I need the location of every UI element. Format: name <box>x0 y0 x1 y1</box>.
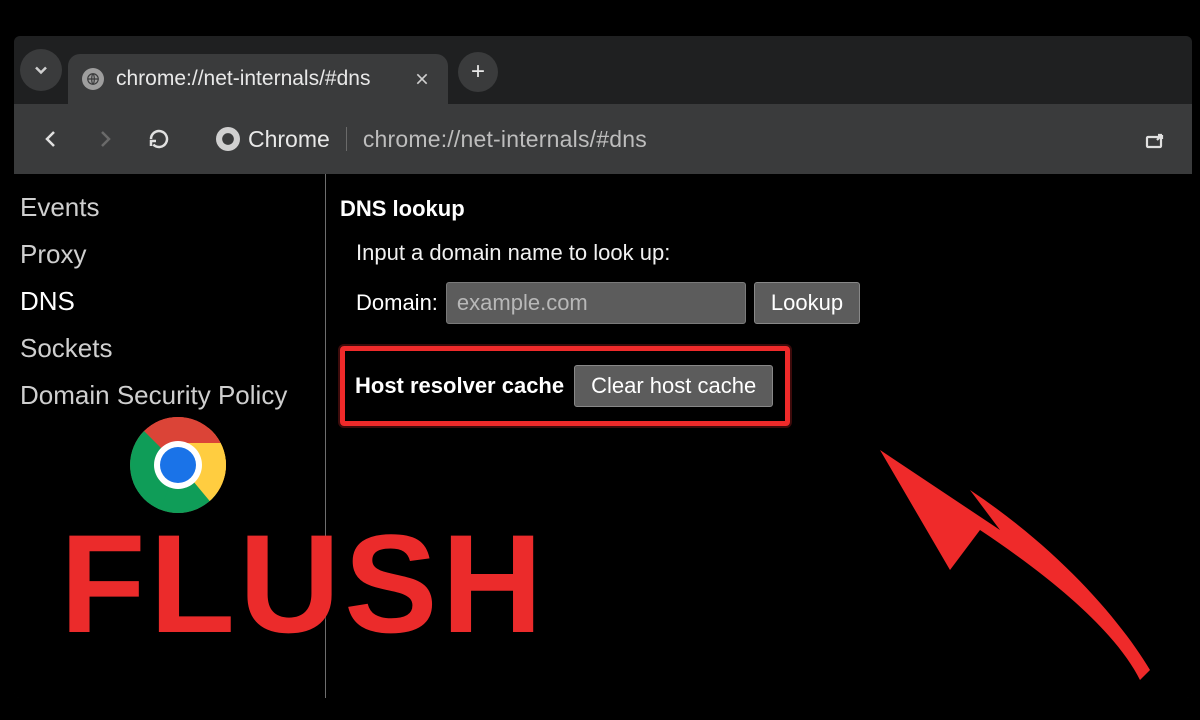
sidebar-item-sockets[interactable]: Sockets <box>14 325 325 372</box>
domain-input[interactable] <box>446 282 746 324</box>
sidebar-item-domain-security-policy[interactable]: Domain Security Policy <box>14 372 325 419</box>
sidebar-item-events[interactable]: Events <box>14 184 325 231</box>
back-button[interactable] <box>28 116 74 162</box>
tab-close-button[interactable] <box>410 67 434 91</box>
tab-search-button[interactable] <box>20 49 62 91</box>
toolbar: Chrome chrome://net-internals/#dns <box>14 104 1192 174</box>
tab-active[interactable]: chrome://net-internals/#dns <box>68 54 448 104</box>
host-resolver-cache-box: Host resolver cache Clear host cache <box>340 346 790 426</box>
reload-button[interactable] <box>136 116 182 162</box>
lookup-button[interactable]: Lookup <box>754 282 860 324</box>
section-title: DNS lookup <box>340 196 1182 222</box>
cache-label: Host resolver cache <box>355 373 564 399</box>
site-chip-label: Chrome <box>248 126 330 153</box>
omnibox-separator <box>346 127 347 151</box>
section-hint: Input a domain name to look up: <box>356 240 1182 266</box>
omnibox-url: chrome://net-internals/#dns <box>363 126 647 153</box>
domain-label: Domain: <box>356 290 438 316</box>
new-tab-button[interactable]: + <box>458 52 498 92</box>
share-button[interactable] <box>1132 116 1178 162</box>
sidebar-item-proxy[interactable]: Proxy <box>14 231 325 278</box>
address-bar[interactable]: Chrome chrome://net-internals/#dns <box>198 116 1116 162</box>
chrome-icon <box>216 127 240 151</box>
sidebar-item-dns[interactable]: DNS <box>14 278 325 325</box>
globe-icon <box>82 68 104 90</box>
site-chip[interactable]: Chrome <box>216 126 330 153</box>
clear-host-cache-button[interactable]: Clear host cache <box>574 365 773 407</box>
flush-overlay-text: FLUSH <box>60 514 547 654</box>
tab-title: chrome://net-internals/#dns <box>116 67 370 91</box>
lookup-row: Domain: Lookup <box>356 282 1182 324</box>
chrome-logo-icon <box>128 415 228 515</box>
tab-strip: chrome://net-internals/#dns + <box>14 36 1192 104</box>
forward-button[interactable] <box>82 116 128 162</box>
